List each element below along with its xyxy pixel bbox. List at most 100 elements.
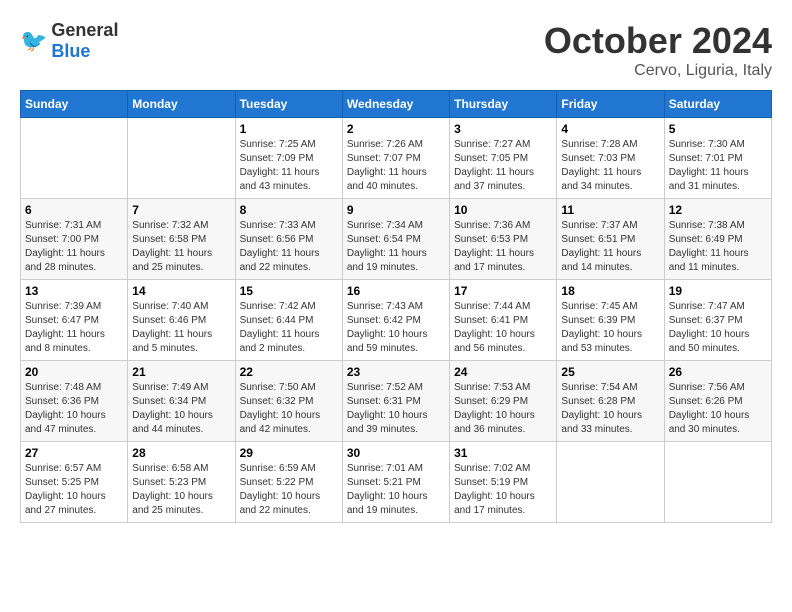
- calendar-cell: 9 Sunrise: 7:34 AMSunset: 6:54 PMDaylight…: [342, 199, 449, 280]
- day-number: 12: [669, 203, 767, 217]
- calendar-cell: 10 Sunrise: 7:36 AMSunset: 6:53 PMDayligh…: [450, 199, 557, 280]
- day-detail: Sunrise: 7:56 AMSunset: 6:26 PMDaylight:…: [669, 381, 767, 437]
- day-number: 27: [25, 446, 123, 460]
- day-detail: Sunrise: 7:26 AMSunset: 7:07 PMDaylight:…: [347, 138, 445, 194]
- logo-bird-icon: 🐦: [20, 28, 47, 54]
- day-number: 2: [347, 122, 445, 136]
- day-number: 26: [669, 365, 767, 379]
- calendar-cell: 6 Sunrise: 7:31 AMSunset: 7:00 PMDaylight…: [21, 199, 128, 280]
- day-detail: Sunrise: 7:25 AMSunset: 7:09 PMDaylight:…: [240, 138, 338, 194]
- weekday-header: Tuesday: [235, 91, 342, 118]
- day-number: 15: [240, 284, 338, 298]
- calendar-cell: [557, 442, 664, 523]
- calendar-cell: 19 Sunrise: 7:47 AMSunset: 6:37 PMDayligh…: [664, 280, 771, 361]
- location-subtitle: Cervo, Liguria, Italy: [544, 62, 772, 80]
- header: 🐦 General Blue October 2024 Cervo, Ligur…: [20, 20, 772, 80]
- calendar-week-row: 6 Sunrise: 7:31 AMSunset: 7:00 PMDaylight…: [21, 199, 772, 280]
- day-number: 19: [669, 284, 767, 298]
- calendar-cell: 20 Sunrise: 7:48 AMSunset: 6:36 PMDayligh…: [21, 361, 128, 442]
- day-detail: Sunrise: 7:37 AMSunset: 6:51 PMDaylight:…: [561, 219, 659, 275]
- day-number: 11: [561, 203, 659, 217]
- day-number: 18: [561, 284, 659, 298]
- day-number: 24: [454, 365, 552, 379]
- weekday-header: Friday: [557, 91, 664, 118]
- calendar-cell: 25 Sunrise: 7:54 AMSunset: 6:28 PMDayligh…: [557, 361, 664, 442]
- calendar-cell: 18 Sunrise: 7:45 AMSunset: 6:39 PMDayligh…: [557, 280, 664, 361]
- day-detail: Sunrise: 7:30 AMSunset: 7:01 PMDaylight:…: [669, 138, 767, 194]
- calendar-cell: 2 Sunrise: 7:26 AMSunset: 7:07 PMDaylight…: [342, 118, 449, 199]
- day-number: 28: [132, 446, 230, 460]
- calendar-cell: 13Sunrise: 7:39 AMSunset: 6:47 PMDayligh…: [21, 280, 128, 361]
- calendar-cell: 26 Sunrise: 7:56 AMSunset: 6:26 PMDayligh…: [664, 361, 771, 442]
- day-detail: Sunrise: 7:27 AMSunset: 7:05 PMDaylight:…: [454, 138, 552, 194]
- calendar-cell: 31 Sunrise: 7:02 AMSunset: 5:19 PMDayligh…: [450, 442, 557, 523]
- day-detail: Sunrise: 7:02 AMSunset: 5:19 PMDaylight:…: [454, 462, 552, 518]
- day-number: 30: [347, 446, 445, 460]
- weekday-header: Saturday: [664, 91, 771, 118]
- calendar-cell: 30 Sunrise: 7:01 AMSunset: 5:21 PMDayligh…: [342, 442, 449, 523]
- calendar-week-row: 27 Sunrise: 6:57 AMSunset: 5:25 PMDayligh…: [21, 442, 772, 523]
- day-number: 20: [25, 365, 123, 379]
- calendar-cell: 4Sunrise: 7:28 AMSunset: 7:03 PMDaylight…: [557, 118, 664, 199]
- day-number: 7: [132, 203, 230, 217]
- calendar-cell: [664, 442, 771, 523]
- day-number: 16: [347, 284, 445, 298]
- day-detail: Sunrise: 7:38 AMSunset: 6:49 PMDaylight:…: [669, 219, 767, 275]
- day-detail: Sunrise: 7:40 AMSunset: 6:46 PMDaylight:…: [132, 300, 230, 356]
- day-detail: Sunrise: 7:28 AMSunset: 7:03 PMDaylight:…: [561, 138, 659, 194]
- calendar-cell: 27 Sunrise: 6:57 AMSunset: 5:25 PMDayligh…: [21, 442, 128, 523]
- day-number: 25: [561, 365, 659, 379]
- weekday-header: Monday: [128, 91, 235, 118]
- day-number: 17: [454, 284, 552, 298]
- day-detail: Sunrise: 7:52 AMSunset: 6:31 PMDaylight:…: [347, 381, 445, 437]
- calendar-cell: [21, 118, 128, 199]
- day-detail: Sunrise: 7:39 AMSunset: 6:47 PMDaylight:…: [25, 300, 123, 356]
- title-area: October 2024 Cervo, Liguria, Italy: [544, 20, 772, 80]
- day-number: 8: [240, 203, 338, 217]
- calendar-cell: 1Sunrise: 7:25 AMSunset: 7:09 PMDaylight…: [235, 118, 342, 199]
- calendar-cell: 12 Sunrise: 7:38 AMSunset: 6:49 PMDayligh…: [664, 199, 771, 280]
- day-detail: Sunrise: 7:01 AMSunset: 5:21 PMDaylight:…: [347, 462, 445, 518]
- calendar-cell: 22 Sunrise: 7:50 AMSunset: 6:32 PMDayligh…: [235, 361, 342, 442]
- day-detail: Sunrise: 7:48 AMSunset: 6:36 PMDaylight:…: [25, 381, 123, 437]
- calendar-cell: 11 Sunrise: 7:37 AMSunset: 6:51 PMDayligh…: [557, 199, 664, 280]
- calendar-week-row: 1Sunrise: 7:25 AMSunset: 7:09 PMDaylight…: [21, 118, 772, 199]
- day-number: 14: [132, 284, 230, 298]
- calendar-week-row: 20 Sunrise: 7:48 AMSunset: 6:36 PMDayligh…: [21, 361, 772, 442]
- day-detail: Sunrise: 7:32 AMSunset: 6:58 PMDaylight:…: [132, 219, 230, 275]
- day-detail: Sunrise: 6:58 AMSunset: 5:23 PMDaylight:…: [132, 462, 230, 518]
- day-detail: Sunrise: 7:31 AMSunset: 7:00 PMDaylight:…: [25, 219, 123, 275]
- weekday-header: Wednesday: [342, 91, 449, 118]
- day-number: 29: [240, 446, 338, 460]
- day-detail: Sunrise: 7:33 AMSunset: 6:56 PMDaylight:…: [240, 219, 338, 275]
- day-detail: Sunrise: 7:53 AMSunset: 6:29 PMDaylight:…: [454, 381, 552, 437]
- day-detail: Sunrise: 7:45 AMSunset: 6:39 PMDaylight:…: [561, 300, 659, 356]
- weekday-header-row: SundayMondayTuesdayWednesdayThursdayFrid…: [21, 91, 772, 118]
- day-number: 21: [132, 365, 230, 379]
- weekday-header: Sunday: [21, 91, 128, 118]
- day-number: 10: [454, 203, 552, 217]
- day-number: 9: [347, 203, 445, 217]
- day-detail: Sunrise: 7:49 AMSunset: 6:34 PMDaylight:…: [132, 381, 230, 437]
- day-number: 6: [25, 203, 123, 217]
- calendar-cell: 14 Sunrise: 7:40 AMSunset: 6:46 PMDayligh…: [128, 280, 235, 361]
- calendar-cell: 23Sunrise: 7:52 AMSunset: 6:31 PMDayligh…: [342, 361, 449, 442]
- day-detail: Sunrise: 7:44 AMSunset: 6:41 PMDaylight:…: [454, 300, 552, 356]
- calendar-cell: 17 Sunrise: 7:44 AMSunset: 6:41 PMDayligh…: [450, 280, 557, 361]
- day-number: 5: [669, 122, 767, 136]
- day-detail: Sunrise: 7:34 AMSunset: 6:54 PMDaylight:…: [347, 219, 445, 275]
- calendar-cell: 24 Sunrise: 7:53 AMSunset: 6:29 PMDayligh…: [450, 361, 557, 442]
- calendar-cell: 21 Sunrise: 7:49 AMSunset: 6:34 PMDayligh…: [128, 361, 235, 442]
- calendar-cell: 28 Sunrise: 6:58 AMSunset: 5:23 PMDayligh…: [128, 442, 235, 523]
- calendar-cell: 7 Sunrise: 7:32 AMSunset: 6:58 PMDaylight…: [128, 199, 235, 280]
- day-number: 22: [240, 365, 338, 379]
- day-detail: Sunrise: 6:57 AMSunset: 5:25 PMDaylight:…: [25, 462, 123, 518]
- day-detail: Sunrise: 7:47 AMSunset: 6:37 PMDaylight:…: [669, 300, 767, 356]
- day-detail: Sunrise: 7:50 AMSunset: 6:32 PMDaylight:…: [240, 381, 338, 437]
- day-detail: Sunrise: 7:36 AMSunset: 6:53 PMDaylight:…: [454, 219, 552, 275]
- calendar-cell: 16Sunrise: 7:43 AMSunset: 6:42 PMDayligh…: [342, 280, 449, 361]
- calendar-cell: [128, 118, 235, 199]
- calendar-cell: 15Sunrise: 7:42 AMSunset: 6:44 PMDayligh…: [235, 280, 342, 361]
- day-detail: Sunrise: 7:54 AMSunset: 6:28 PMDaylight:…: [561, 381, 659, 437]
- day-number: 31: [454, 446, 552, 460]
